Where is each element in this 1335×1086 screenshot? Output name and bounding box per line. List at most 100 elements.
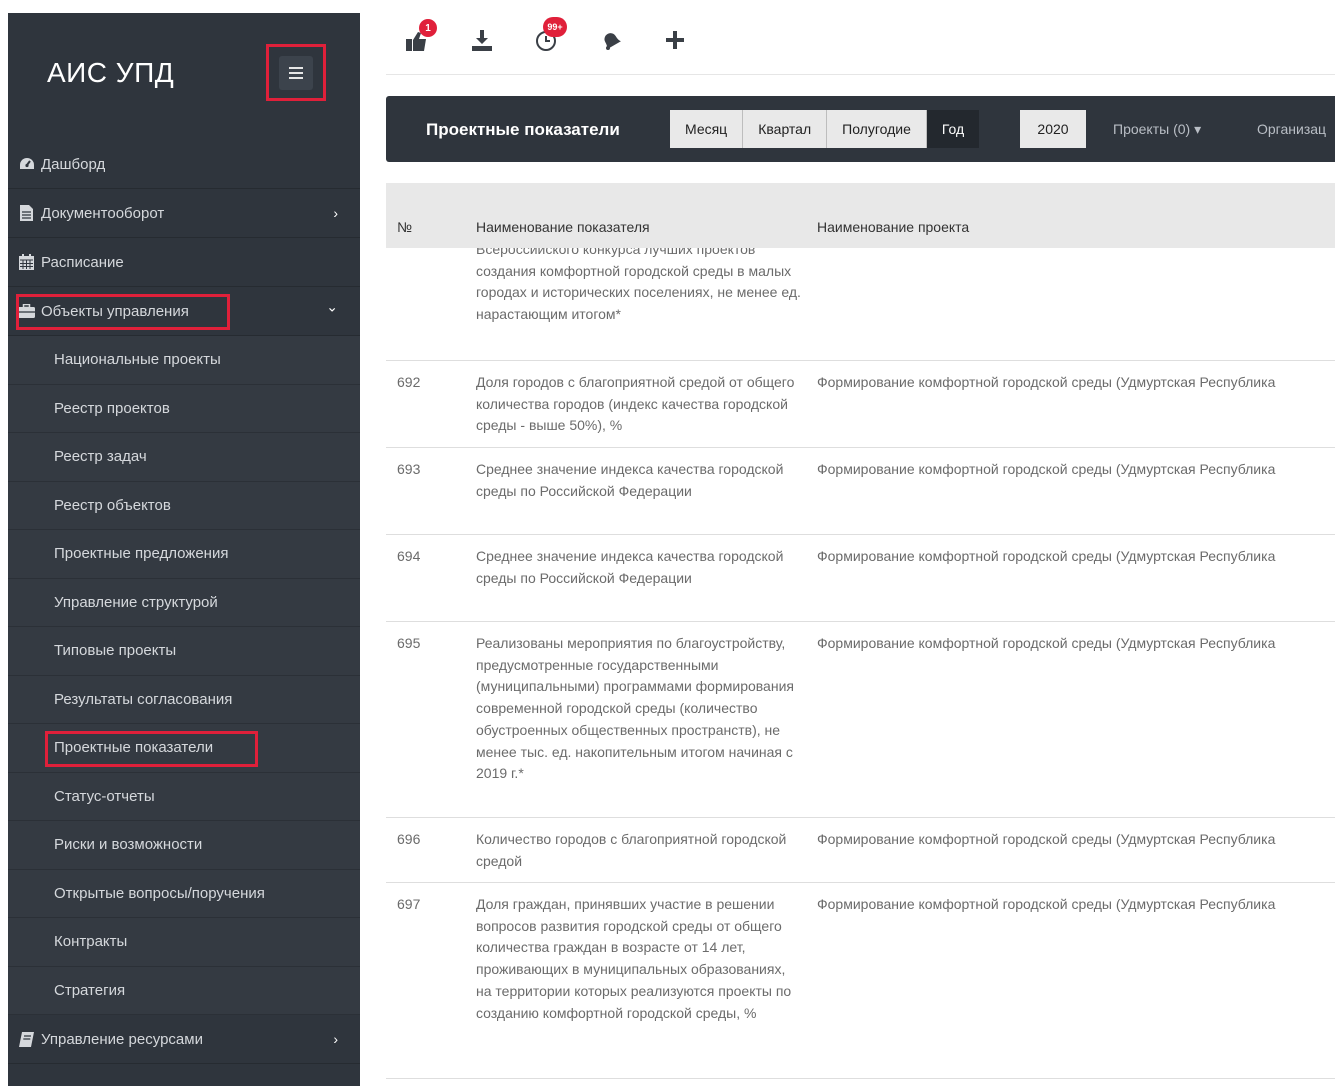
table-header: № Наименование показателя Наименование п… — [386, 183, 1335, 248]
sidebar-subitem-open-questions[interactable]: Открытые вопросы/поручения — [8, 869, 360, 918]
sidebar-subitem-strategy[interactable]: Стратегия — [8, 966, 360, 1015]
sidebar-subitem-project-registry[interactable]: Реестр проектов — [8, 384, 360, 433]
sidebar-item-label: Национальные проекты — [54, 351, 221, 369]
menu-toggle-button[interactable] — [266, 44, 326, 101]
indicator-name: Всероссийского конкурса лучших проектов … — [476, 248, 801, 323]
indicator-name: Доля граждан, принявших участие в решени… — [476, 896, 792, 1021]
sidebar-subitem-object-registry[interactable]: Реестр объектов — [8, 481, 360, 530]
period-quarter-button[interactable]: Квартал — [743, 110, 828, 148]
sidebar-subitem-project-indicators[interactable]: Проектные показатели — [8, 724, 360, 773]
sidebar-subitem-approval-results[interactable]: Результаты согласования — [8, 675, 360, 724]
indicator-name: Среднее значение индекса качества городс… — [476, 548, 784, 586]
sidebar-item-resource-management[interactable]: Управление ресурсами › — [8, 1015, 360, 1064]
row-number: 693 — [397, 461, 421, 477]
sidebar-item-label: Объекты управления — [41, 302, 189, 320]
projects-filter-dropdown[interactable]: Проекты (0) ▾ — [1113, 121, 1201, 138]
download-button[interactable] — [470, 28, 496, 54]
page-title: Проектные показатели — [426, 120, 620, 139]
sidebar-item-label: Контракты — [54, 933, 128, 951]
table-row[interactable]: 697 Доля граждан, принявших участие в ре… — [386, 883, 1335, 1079]
sidebar-subitem-typical-projects[interactable]: Типовые проекты — [8, 627, 360, 676]
table-row[interactable]: 692 Доля городов с благоприятной средой … — [386, 361, 1335, 448]
sidebar-subitem-status-reports[interactable]: Статус-отчеты — [8, 772, 360, 821]
sidebar-item-label: Управление структурой — [54, 593, 218, 611]
sidebar-subitem-structure-management[interactable]: Управление структурой — [8, 578, 360, 627]
indicator-name: Доля городов с благоприятной средой от о… — [476, 374, 795, 434]
indicator-name: Среднее значение индекса качества городс… — [476, 461, 784, 499]
tasks-badge: 99+ — [543, 17, 567, 37]
sidebar-item-label: Документооборот — [41, 204, 165, 222]
sidebar-subitem-project-proposals[interactable]: Проектные предложения — [8, 530, 360, 579]
project-name: Формирование комфортной городской среды … — [817, 635, 1276, 651]
plus-icon — [666, 31, 684, 49]
add-button[interactable] — [663, 28, 689, 54]
notifications-button[interactable] — [599, 28, 625, 54]
table-row[interactable]: 693 Среднее значение индекса качества го… — [386, 448, 1335, 535]
sidebar-item-label: Реестр задач — [54, 448, 147, 466]
tasks-button[interactable]: 99+ — [535, 17, 567, 54]
hamburger-icon — [279, 55, 313, 90]
row-number: 697 — [397, 896, 421, 912]
table-row[interactable]: 695 Реализованы мероприятия по благоустр… — [386, 622, 1335, 818]
column-header-indicator[interactable]: Наименование показателя — [476, 219, 650, 235]
sidebar-item-dashboard[interactable]: Дашборд — [8, 140, 360, 189]
page-header-bar: Проектные показатели Месяц Квартал Полуг… — [386, 96, 1335, 162]
chevron-right-icon: › — [333, 1031, 338, 1047]
project-name: Формирование комфортной городской среды … — [817, 831, 1276, 847]
app-title: АИС УПД — [47, 57, 175, 88]
indicator-name: Количество городов с благоприятной город… — [476, 831, 787, 869]
year-selector[interactable]: 2020 — [1020, 110, 1086, 148]
table-body: Всероссийского конкурса лучших проектов … — [386, 248, 1335, 1079]
sidebar-item-label: Расписание — [41, 253, 124, 271]
download-icon — [472, 30, 492, 51]
sidebar-item-label: Типовые проекты — [54, 642, 177, 660]
organization-filter-dropdown[interactable]: Организац — [1257, 121, 1326, 137]
sidebar-item-label: Стратегия — [54, 981, 126, 999]
sidebar-item-label: Статус-отчеты — [54, 787, 155, 805]
sidebar: АИС УПД Дашборд Документооборот › Распис… — [8, 13, 360, 1086]
sidebar-subitem-national-projects[interactable]: Национальные проекты — [8, 336, 360, 385]
chevron-down-icon: ⌄ — [326, 298, 338, 315]
sidebar-item-label: Открытые вопросы/поручения — [54, 884, 265, 902]
sidebar-item-docflow[interactable]: Документооборот › — [8, 189, 360, 238]
period-year-button[interactable]: Год — [926, 110, 980, 148]
file-icon — [18, 205, 35, 221]
column-header-project[interactable]: Наименование проекта — [817, 219, 969, 235]
sidebar-item-management-objects[interactable]: Объекты управления ⌄ — [8, 287, 360, 336]
sidebar-item-label: Управление ресурсами — [41, 1030, 203, 1048]
dashboard-icon — [18, 156, 35, 172]
period-month-button[interactable]: Месяц — [670, 110, 744, 148]
sidebar-item-label: Реестр объектов — [54, 496, 171, 514]
row-number: 694 — [397, 548, 421, 564]
chevron-right-icon: › — [333, 205, 338, 221]
bell-icon — [604, 33, 621, 50]
messages-badge: 1 — [419, 19, 437, 37]
messages-button[interactable]: 1 — [404, 19, 437, 54]
book-icon — [18, 1031, 35, 1047]
sidebar-item-schedule[interactable]: Расписание — [8, 238, 360, 287]
row-number: 695 — [397, 635, 421, 651]
sidebar-item-label: Проектные предложения — [54, 545, 229, 563]
calendar-icon — [18, 254, 35, 270]
table-row[interactable]: Всероссийского конкурса лучших проектов … — [386, 248, 1335, 361]
project-name: Формирование комфортной городской среды … — [817, 374, 1276, 390]
sidebar-subitem-task-registry[interactable]: Реестр задач — [8, 433, 360, 482]
period-selector: Месяц Квартал Полугодие Год — [670, 110, 980, 148]
project-name: Формирование комфортной городской среды … — [817, 896, 1276, 912]
briefcase-icon — [18, 303, 35, 319]
sidebar-subitem-contracts[interactable]: Контракты — [8, 918, 360, 967]
sidebar-menu: Дашборд Документооборот › Расписание Объ… — [8, 140, 360, 1064]
table-row[interactable]: 696 Количество городов с благоприятной г… — [386, 818, 1335, 883]
indicator-name: Реализованы мероприятия по благоустройст… — [476, 635, 794, 782]
sidebar-item-label: Проектные показатели — [54, 739, 214, 757]
row-number: 692 — [397, 374, 421, 390]
sidebar-item-label: Результаты согласования — [54, 690, 233, 708]
table-row[interactable]: 694 Среднее значение индекса качества го… — [386, 535, 1335, 622]
sidebar-item-label: Реестр проектов — [54, 399, 170, 417]
column-header-number[interactable]: № — [397, 219, 412, 235]
sidebar-subitem-risks[interactable]: Риски и возможности — [8, 821, 360, 870]
period-halfyear-button[interactable]: Полугодие — [827, 110, 927, 148]
row-number: 696 — [397, 831, 421, 847]
sidebar-item-label: Риски и возможности — [54, 836, 203, 854]
sidebar-item-label: Дашборд — [41, 155, 106, 173]
